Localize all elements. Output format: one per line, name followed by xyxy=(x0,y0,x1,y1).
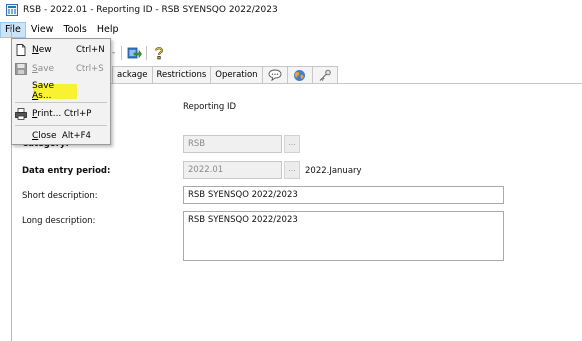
period-description: 2022.January xyxy=(305,166,362,176)
tab-comments[interactable] xyxy=(261,66,288,83)
short-description-input[interactable]: RSB SYENSQO 2022/2023 xyxy=(183,186,504,204)
menu-file[interactable]: File xyxy=(0,22,26,38)
tab-global[interactable] xyxy=(286,66,313,83)
category-field: RSB xyxy=(183,135,282,153)
close-shortcut: Alt+F4 xyxy=(62,131,91,141)
app-window: RSB - 2022.01 - Reporting ID - RSB SYENS… xyxy=(0,0,582,341)
save-label: ave xyxy=(37,64,55,74)
menu-item-print[interactable]: Print... Ctrl+P xyxy=(12,106,110,122)
period-label: Data entry period: xyxy=(22,166,111,176)
menu-item-save-as[interactable]: Save As... xyxy=(12,81,110,101)
menu-item-new[interactable]: New Ctrl+N xyxy=(12,42,110,58)
menu-view[interactable]: View xyxy=(26,22,59,38)
toolbar: - xyxy=(112,44,167,62)
new-document-icon xyxy=(15,44,27,56)
toolbar-dropdown-arrow[interactable]: - xyxy=(112,48,115,58)
period-browse-button: ... xyxy=(284,161,300,179)
tab-strip: ackage Restrictions Operation xyxy=(112,66,338,83)
toolbar-separator xyxy=(121,46,123,60)
menu-separator xyxy=(15,125,107,126)
file-menu-dropdown: New Ctrl+N Save Ctrl+S Save As... Print.… xyxy=(11,38,111,145)
close-label: lose xyxy=(38,131,57,141)
save-shortcut: Ctrl+S xyxy=(76,64,104,74)
menu-tools[interactable]: Tools xyxy=(58,22,91,38)
menu-separator xyxy=(15,102,107,103)
tab-operation[interactable]: Operation xyxy=(210,66,263,83)
menu-item-save[interactable]: Save Ctrl+S xyxy=(12,61,110,77)
short-description-label: Short description: xyxy=(22,191,98,201)
speech-bubble-icon xyxy=(268,69,282,81)
long-description-label: Long description: xyxy=(22,216,96,226)
menu-bar: File View Tools Help xyxy=(0,22,582,38)
new-label: ew xyxy=(38,45,52,55)
save-as-label: s... xyxy=(38,91,52,101)
tab-restrictions[interactable]: Restrictions xyxy=(151,66,212,83)
print-shortcut: Ctrl+P xyxy=(64,109,92,119)
menu-help[interactable]: Help xyxy=(92,22,124,38)
title-bar: RSB - 2022.01 - Reporting ID - RSB SYENS… xyxy=(0,0,582,20)
tab-package[interactable]: ackage xyxy=(112,66,153,83)
menu-item-close[interactable]: Close Alt+F4 xyxy=(12,128,110,144)
print-label: rint... xyxy=(37,109,62,119)
globe-icon xyxy=(294,69,306,81)
app-icon xyxy=(6,4,18,16)
tab-security[interactable] xyxy=(311,66,338,83)
long-description-textarea[interactable]: RSB SYENSQO 2022/2023 xyxy=(183,211,504,261)
help-button[interactable] xyxy=(151,45,167,61)
save-as-label-pre: Save xyxy=(32,81,55,91)
new-mnemonic: N xyxy=(32,45,39,55)
toolbar-separator xyxy=(146,46,148,60)
new-shortcut: Ctrl+N xyxy=(76,45,105,55)
type-value: Reporting ID xyxy=(183,102,237,112)
printer-icon xyxy=(15,108,27,120)
export-arrow-icon xyxy=(127,47,142,59)
save-disk-icon xyxy=(15,63,27,75)
key-icon xyxy=(319,69,331,81)
help-question-icon xyxy=(155,47,164,60)
category-browse-button: ... xyxy=(284,135,300,153)
export-green-arrow-button[interactable] xyxy=(126,45,142,61)
window-title: RSB - 2022.01 - Reporting ID - RSB SYENS… xyxy=(23,5,278,15)
period-field: 2022.01 xyxy=(183,161,282,179)
